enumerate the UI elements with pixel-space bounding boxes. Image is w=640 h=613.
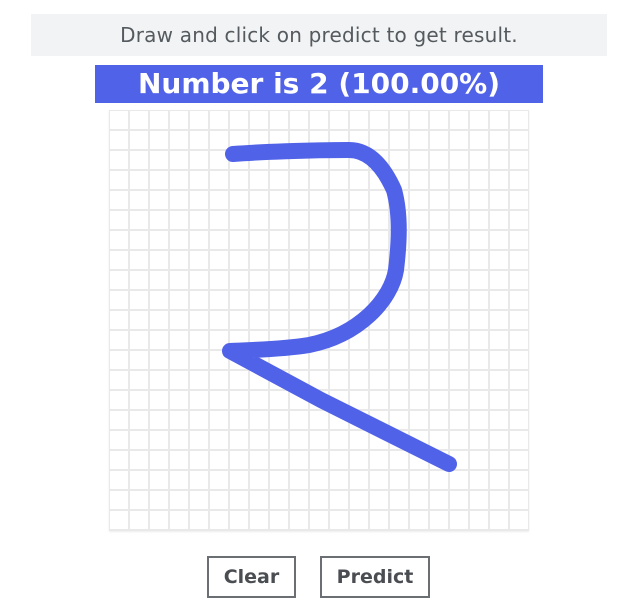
page: Draw and click on predict to get result.…: [0, 0, 640, 613]
result-banner: Number is 2 (100.00%): [95, 65, 543, 103]
prediction-result: Number is 2 (100.00%): [137, 67, 501, 100]
drawn-stroke: [222, 142, 457, 472]
instruction-text: Draw and click on predict to get result.: [31, 14, 607, 56]
clear-button[interactable]: Clear: [207, 556, 296, 598]
drawing-layer: [222, 142, 457, 472]
drawing-canvas[interactable]: [109, 110, 529, 531]
predict-button[interactable]: Predict: [320, 556, 430, 598]
